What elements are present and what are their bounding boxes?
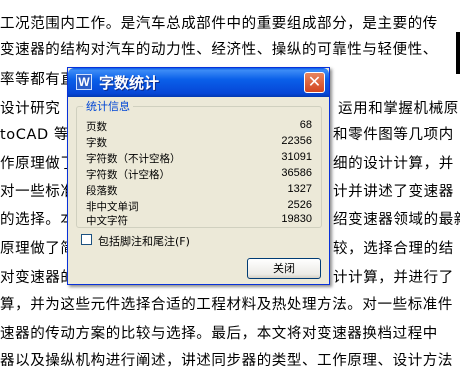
word-app-icon: W	[76, 74, 92, 90]
text-selection-bar	[456, 32, 460, 74]
document-line: 和零件图等几项内	[333, 127, 454, 143]
document-line: 率等都有直	[0, 72, 76, 88]
stat-value: 2526	[287, 199, 312, 211]
document-line: 计计算，并进行了	[333, 270, 454, 286]
document-line: 原理做了简	[0, 241, 76, 257]
stat-label: 中文字符	[86, 215, 128, 227]
document-line: 对变速器的	[0, 270, 76, 286]
document-line: 设计研究	[0, 101, 61, 117]
statistics-group: 统计信息 页数 68 字数 22356 字符数（不计空格） 31091 字符数（…	[76, 98, 322, 228]
document-line: 器以及操纵机构进行阐述，讲述同步器的类型、工作原理、设计方法	[0, 353, 453, 369]
document-line: 运用和掌握机械原	[338, 101, 459, 117]
stat-label: 非中文单词	[86, 201, 139, 213]
stat-label: 字符数（计空格）	[86, 169, 170, 181]
stat-label: 页数	[86, 121, 107, 133]
document-line: 计并讲述了变速器	[333, 184, 454, 200]
document-line: 速器的传动方案的比较与选择。最后，本文将对变速器换档过程中	[0, 326, 438, 342]
stat-row-chars-with-spaces: 字符数（计空格） 36586	[86, 167, 312, 181]
stat-row-pages: 页数 68	[86, 119, 312, 133]
group-title: 统计信息	[83, 98, 133, 114]
close-button[interactable]: 关闭	[247, 258, 321, 279]
stat-value: 1327	[287, 183, 312, 195]
stat-row-paragraphs: 段落数 1327	[86, 183, 312, 197]
document-line: 绍变速器领域的最新	[333, 212, 460, 228]
document-line: 对一些标准	[0, 184, 76, 200]
stat-row-non-chinese-words: 非中文单词 2526	[86, 199, 312, 213]
document-line: 较，选择合理的结	[333, 241, 454, 257]
stat-row-words: 字数 22356	[86, 135, 312, 149]
document-line: 算，并为这些元件选择合适的工程材料及热处理方法。对一些标准件	[0, 297, 453, 313]
word-count-dialog: W 字数统计 ✕ 统计信息 页数 68 字数 22356 字符数（不计空格） 3…	[67, 67, 330, 285]
document-line: 作原理做了	[0, 156, 76, 172]
document-line: 变速器的结构对汽车的动力性、经济性、操纵的可靠性与轻便性、	[0, 42, 438, 58]
stat-value: 36586	[281, 167, 312, 179]
dialog-title: 字数统计	[99, 74, 160, 92]
stat-row-chinese-chars: 中文字符 19830	[86, 213, 312, 227]
close-icon[interactable]: ✕	[304, 72, 325, 93]
document-line: 细的设计计算，并	[333, 156, 454, 172]
stat-label: 段落数	[86, 185, 118, 197]
document-line: 工况范围内工作。是汽车总成部件中的重要组成部分，是主要的传	[0, 16, 438, 32]
stat-value: 19830	[281, 213, 312, 225]
stat-row-chars-no-spaces: 字符数（不计空格） 31091	[86, 151, 312, 165]
stat-value: 22356	[281, 135, 312, 147]
include-footnotes-label[interactable]: 包括脚注和尾注(F)	[98, 233, 190, 249]
dialog-titlebar[interactable]: W 字数统计 ✕	[68, 68, 329, 97]
stat-value: 68	[299, 119, 312, 131]
stat-label: 字符数（不计空格）	[86, 153, 181, 165]
stat-value: 31091	[281, 151, 312, 163]
include-footnotes-checkbox[interactable]	[81, 234, 92, 245]
stat-label: 字数	[86, 137, 107, 149]
